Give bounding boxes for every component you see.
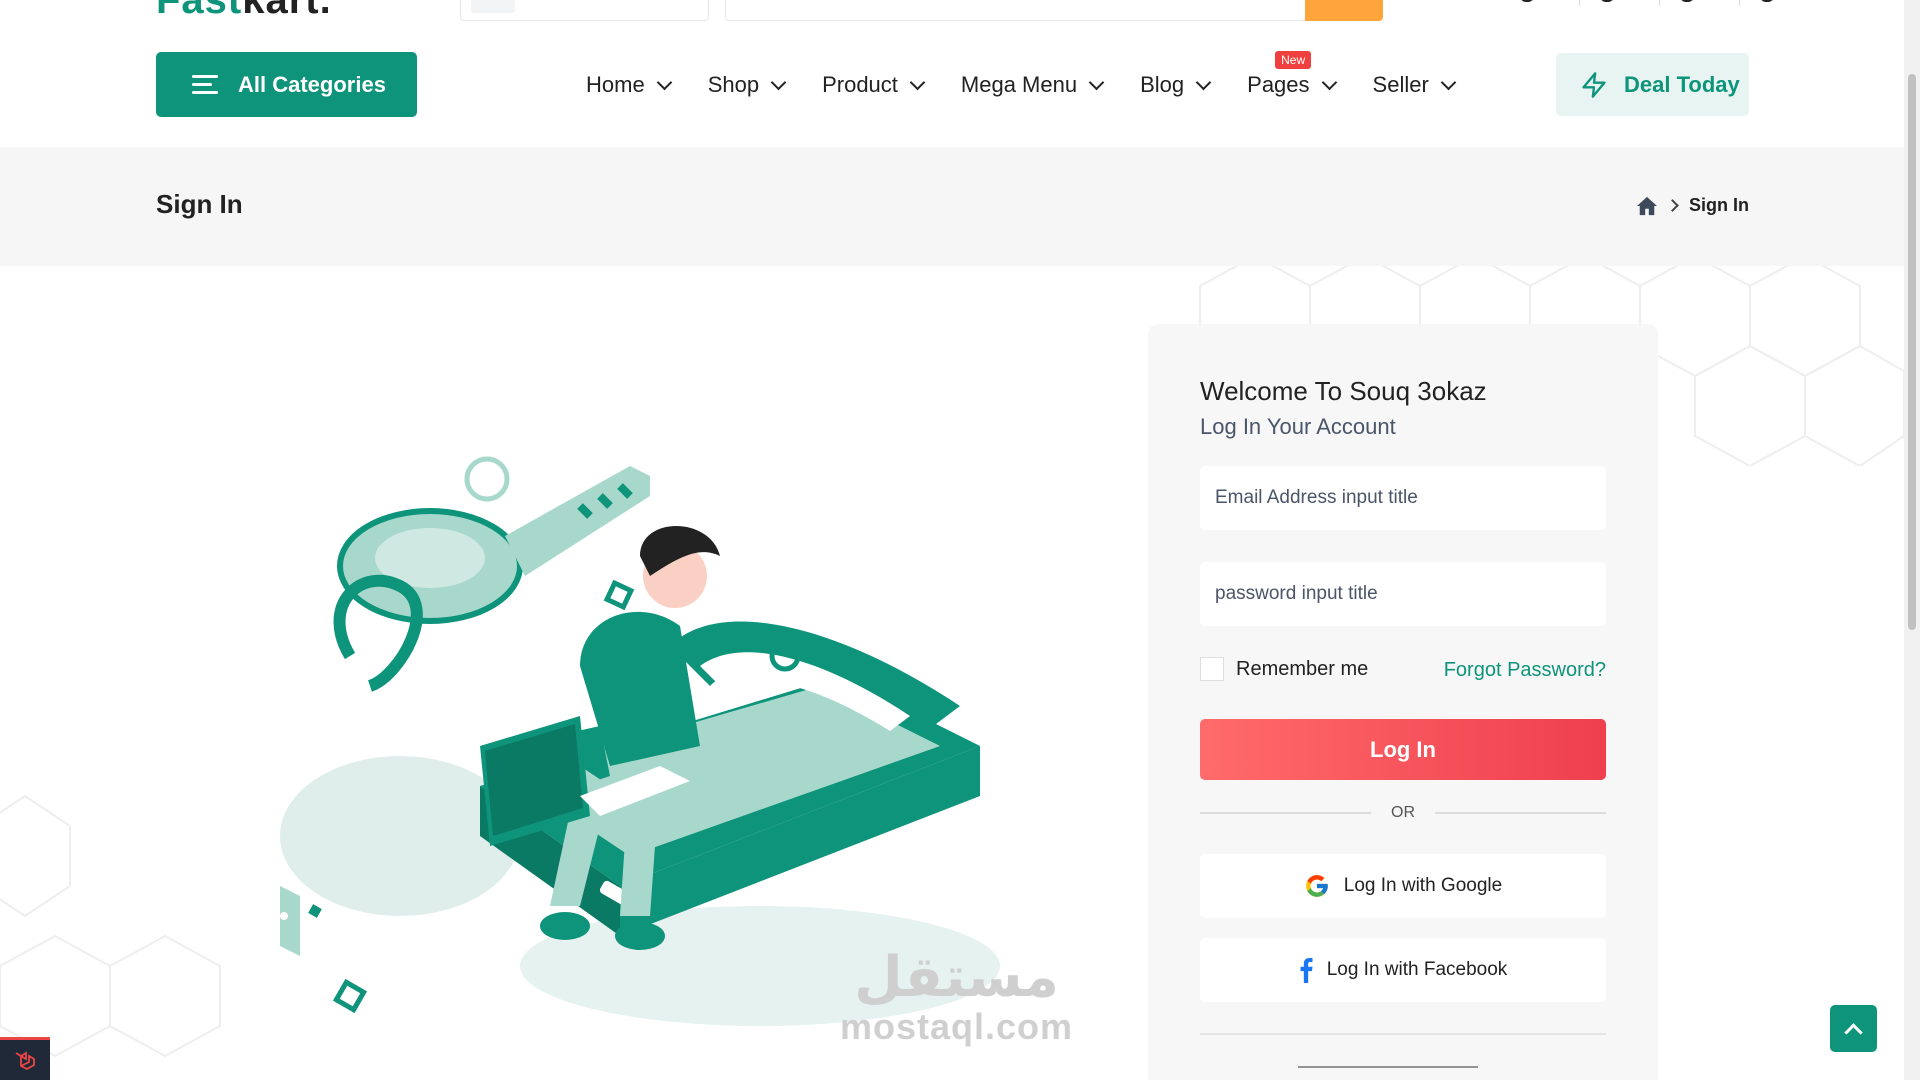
email-field[interactable] [1200, 466, 1606, 530]
search-button[interactable] [1305, 0, 1383, 21]
login-card: Welcome To Souq 3okaz Log In Your Accoun… [1148, 324, 1658, 1080]
facebook-icon [1300, 957, 1313, 983]
cart-icon[interactable] [1660, 0, 1740, 6]
top-header: Fastkart. [0, 0, 1904, 30]
nav-item-mega-menu[interactable]: Mega Menu [961, 72, 1105, 98]
chevron-down-icon [770, 74, 787, 90]
nav-item-shop[interactable]: Shop [708, 72, 787, 98]
remember-me-checkbox[interactable] [1200, 657, 1224, 681]
menu-icon [192, 74, 218, 95]
nav-item-seller[interactable]: Seller [1373, 72, 1457, 98]
card-divider [1200, 1033, 1606, 1035]
nav-item-home[interactable]: Home [586, 72, 672, 98]
facebook-login-button[interactable]: Log In with Facebook [1200, 938, 1606, 1002]
user-icon[interactable] [1740, 0, 1820, 6]
nav-menu: Home Shop Product Mega Menu Blog New Page… [586, 51, 1492, 118]
signup-prompt [1298, 1066, 1478, 1070]
search-input[interactable] [725, 0, 1383, 21]
site-logo[interactable]: Fastkart. [156, 0, 332, 23]
forgot-password-link[interactable]: Forgot Password? [1444, 659, 1606, 682]
page-scrollbar[interactable] [1904, 0, 1920, 1080]
phone-icon[interactable] [1500, 0, 1580, 6]
chevron-down-icon [909, 74, 926, 90]
nav-item-product[interactable]: Product [822, 72, 926, 98]
header-icons [1500, 0, 1820, 6]
chevron-down-icon [1088, 74, 1105, 90]
remember-me[interactable]: Remember me [1200, 657, 1368, 681]
lightning-icon [1582, 71, 1606, 98]
chevron-down-icon [1321, 74, 1337, 90]
breadcrumb-current: Sign In [1689, 195, 1749, 215]
chevron-down-icon [1440, 74, 1457, 90]
home-icon[interactable] [1636, 196, 1658, 216]
breadcrumb-section: Sign In Sign In [0, 147, 1904, 266]
back-to-top-button[interactable] [1830, 1005, 1877, 1052]
nav-item-pages[interactable]: New Pages [1247, 51, 1337, 98]
hex-pattern-decoration [0, 794, 221, 1058]
all-categories-button[interactable]: All Categories [156, 52, 417, 117]
scrollbar-thumb[interactable] [1908, 74, 1916, 630]
chevron-right-icon [1666, 199, 1679, 212]
chevron-down-icon [1195, 74, 1212, 90]
password-field[interactable] [1200, 562, 1606, 626]
arrow-up-icon [1844, 1022, 1863, 1042]
laravel-debugbar-toggle[interactable] [0, 1037, 50, 1080]
chevron-down-icon [656, 74, 672, 90]
welcome-title: Welcome To Souq 3okaz [1200, 376, 1487, 406]
watermark: مستقل mostaql.com [840, 945, 1074, 1048]
main-nav: All Categories Home Shop Product Mega Me… [0, 51, 1904, 118]
page-title: Sign In [156, 189, 243, 219]
new-badge: New [1275, 51, 1312, 69]
category-select[interactable] [460, 0, 709, 21]
login-button[interactable]: Log In [1200, 719, 1606, 780]
google-icon [1305, 875, 1328, 897]
laravel-icon [15, 1051, 35, 1071]
login-subtitle: Log In Your Account [1200, 414, 1396, 439]
google-login-button[interactable]: Log In with Google [1200, 854, 1606, 918]
nav-item-blog[interactable]: Blog [1140, 72, 1212, 98]
deal-today-button[interactable]: Deal Today [1556, 53, 1749, 116]
breadcrumb: Sign In [1636, 195, 1749, 216]
or-divider: OR [1200, 804, 1606, 822]
wishlist-icon[interactable] [1580, 0, 1660, 6]
